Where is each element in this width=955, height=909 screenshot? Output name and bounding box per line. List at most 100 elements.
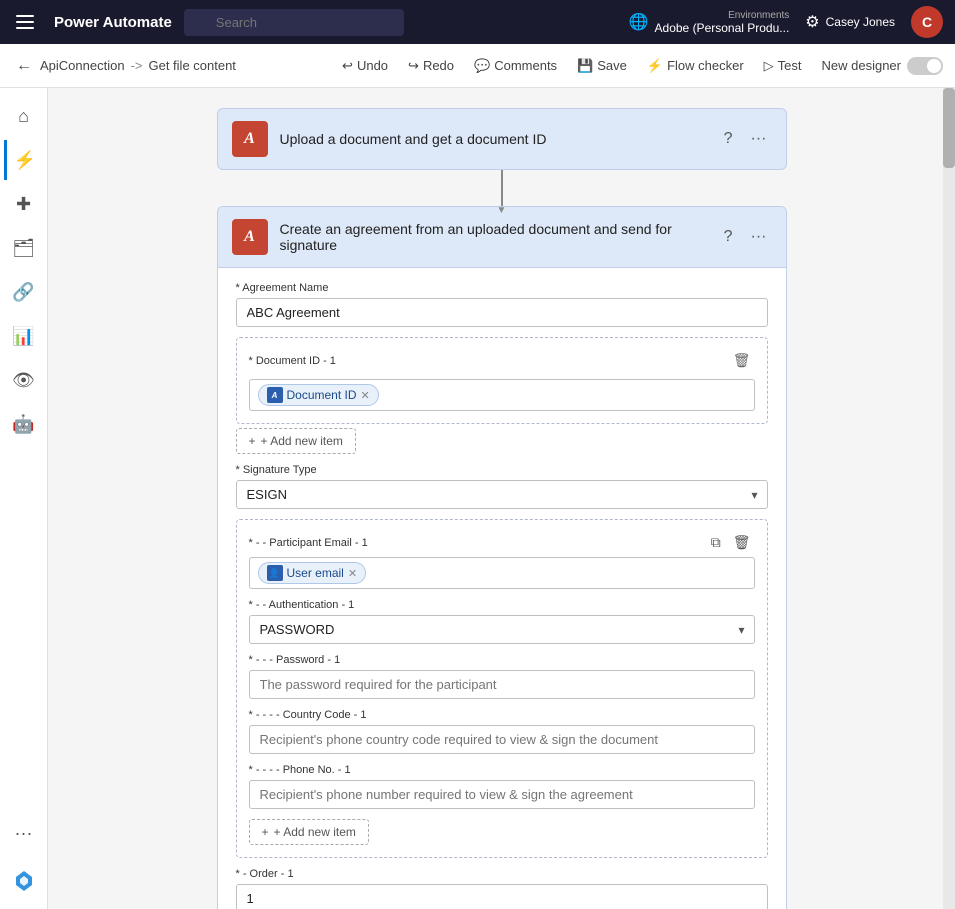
document-id-tag-remove[interactable]: ✕	[361, 389, 370, 402]
country-code-label: * - - - - Country Code - 1	[249, 709, 755, 721]
agreement-name-input[interactable]	[236, 298, 768, 327]
document-id-tag: A Document ID ✕	[258, 384, 379, 406]
authentication-select[interactable]: NONE PASSWORD PHONE KBA	[249, 615, 755, 644]
flow-node-2-help[interactable]: ?	[719, 226, 738, 248]
flow-node-2-more[interactable]: ···	[746, 226, 772, 248]
participant-block: * - - Participant Email - 1 ⧉ 🗑	[236, 519, 768, 858]
top-nav: Power Automate 🔍 🌐 Environments Adobe (P…	[0, 0, 955, 44]
avatar[interactable]: C	[911, 6, 943, 38]
flow-node-1-actions: ? ···	[719, 128, 772, 150]
flow-icon: ⚡	[647, 58, 663, 74]
flow-node-1-more[interactable]: ···	[746, 128, 772, 150]
participant-add-btn[interactable]: + + Add new item	[249, 819, 369, 845]
flow-node-1-help[interactable]: ?	[719, 128, 738, 150]
main-layout: ⌂ ⚡ ✚ 🗂 🔗 📊 👁 🤖 ··· A Upload a document …	[0, 88, 955, 909]
redo-button[interactable]: ↪ Redo	[400, 54, 462, 78]
search-input[interactable]	[184, 9, 404, 36]
acrobat-icon-1: A	[232, 121, 268, 157]
signature-type-select-wrap: ESIGN WRITTEN ▾	[236, 480, 768, 509]
phone-no-label: * - - - - Phone No. - 1	[249, 764, 755, 776]
flow-node-2-title: Create an agreement from an uploaded doc…	[280, 221, 707, 253]
document-id-block: * Document ID - 1 🗑 A Document ID	[236, 337, 768, 424]
document-id-add-btn[interactable]: + + Add new item	[236, 428, 356, 454]
redo-icon: ↪	[408, 58, 419, 74]
search-bar[interactable]: 🔍	[184, 9, 504, 36]
sidebar-item-more[interactable]: ···	[4, 813, 44, 853]
participant-email-tag-text: User email	[287, 566, 344, 580]
password-input[interactable]	[249, 670, 755, 699]
agreement-name-field: * Agreement Name	[236, 282, 768, 327]
sidebar-item-create[interactable]: ✚	[4, 184, 44, 224]
sidebar-item-templates[interactable]: 🗂	[4, 228, 44, 268]
save-button[interactable]: 💾 Save	[569, 54, 635, 78]
flow-node-upload: A Upload a document and get a document I…	[217, 108, 787, 170]
participant-copy-btn[interactable]: ⧉	[707, 532, 725, 553]
settings-button[interactable]: ⚙ Casey Jones	[805, 12, 895, 32]
password-field: * - - - Password - 1	[249, 654, 755, 699]
signature-type-select[interactable]: ESIGN WRITTEN	[236, 480, 768, 509]
test-button[interactable]: ▷ Test	[756, 54, 810, 78]
back-button[interactable]: ←	[12, 53, 36, 79]
sidebar-item-ai[interactable]: 🤖	[4, 404, 44, 444]
flow-checker-button[interactable]: ⚡ Flow checker	[639, 54, 752, 78]
doc-id-header: * Document ID - 1 🗑	[249, 350, 755, 371]
sidebar: ⌂ ⚡ ✚ 🗂 🔗 📊 👁 🤖 ···	[0, 88, 48, 909]
test-icon: ▷	[764, 58, 774, 74]
flow-node-2-actions: ? ···	[719, 226, 772, 248]
breadcrumb-arrow: ->	[131, 58, 143, 73]
order-field: * - Order - 1	[236, 868, 768, 909]
canvas-area[interactable]: A Upload a document and get a document I…	[48, 88, 955, 909]
new-designer-toggle[interactable]	[907, 57, 943, 75]
order-label: * - Order - 1	[236, 868, 768, 880]
flow-node-1-title: Upload a document and get a document ID	[280, 131, 707, 147]
sidebar-item-data[interactable]: 📊	[4, 316, 44, 356]
sidebar-item-pa-logo[interactable]	[4, 861, 44, 901]
authentication-select-wrap: NONE PASSWORD PHONE KBA ▾	[249, 615, 755, 644]
participant-email-tag-remove[interactable]: ✕	[348, 567, 357, 580]
new-designer-label: New designer	[822, 58, 902, 73]
authentication-field: * - - Authentication - 1 NONE PASSWORD P…	[249, 599, 755, 644]
add-icon-participant: +	[262, 825, 269, 839]
sidebar-item-monitor[interactable]: 👁	[4, 360, 44, 400]
user-name: Casey Jones	[826, 15, 895, 29]
undo-icon: ↩	[342, 58, 353, 74]
new-designer-toggle-wrap: New designer	[822, 57, 944, 75]
hamburger-menu[interactable]	[12, 11, 38, 33]
phone-no-field: * - - - - Phone No. - 1	[249, 764, 755, 809]
sidebar-item-connectors[interactable]: 🔗	[4, 272, 44, 312]
country-code-input[interactable]	[249, 725, 755, 754]
action-block-header: A Create an agreement from an uploaded d…	[218, 207, 786, 268]
canvas-inner: A Upload a document and get a document I…	[48, 88, 955, 909]
sidebar-item-flows[interactable]: ⚡	[4, 140, 44, 180]
participant-email-label: * - - Participant Email - 1	[249, 537, 368, 549]
scrollbar-thumb[interactable]	[943, 88, 955, 168]
action-block-create: A Create an agreement from an uploaded d…	[217, 206, 787, 909]
comments-button[interactable]: 💬 Comments	[466, 54, 565, 78]
scrollbar-track	[943, 88, 955, 909]
save-icon: 💾	[577, 58, 593, 74]
sidebar-item-home[interactable]: ⌂	[4, 96, 44, 136]
breadcrumb-part2: Get file content	[148, 58, 235, 73]
env-icon: 🌐	[629, 12, 649, 32]
topnav-right: 🌐 Environments Adobe (Personal Produ... …	[629, 6, 943, 38]
breadcrumb: ApiConnection -> Get file content	[40, 58, 236, 73]
participant-email-tag-input[interactable]: 👤 User email ✕	[249, 557, 755, 589]
participant-email-tag: 👤 User email ✕	[258, 562, 367, 584]
connector-arrow-1	[501, 170, 503, 206]
order-input[interactable]	[236, 884, 768, 909]
app-logo: Power Automate	[54, 14, 172, 31]
user-icon: 👤	[267, 565, 283, 581]
toolbar: ← ApiConnection -> Get file content ↩ Un…	[0, 44, 955, 88]
action-block-body: * Agreement Name * Document ID - 1 🗑	[218, 268, 786, 909]
participant-block-actions: ⧉ 🗑	[707, 532, 755, 553]
document-id-tag-input[interactable]: A Document ID ✕	[249, 379, 755, 411]
undo-button[interactable]: ↩ Undo	[334, 54, 396, 78]
agreement-name-label: * Agreement Name	[236, 282, 768, 294]
document-id-tag-text: Document ID	[287, 388, 357, 402]
acrobat-icon-2: A	[232, 219, 268, 255]
document-id-delete[interactable]: 🗑	[729, 350, 755, 371]
environment-info: 🌐 Environments Adobe (Personal Produ...	[629, 10, 790, 35]
phone-no-input[interactable]	[249, 780, 755, 809]
participant-delete-btn[interactable]: 🗑	[729, 532, 755, 553]
country-code-field: * - - - - Country Code - 1	[249, 709, 755, 754]
